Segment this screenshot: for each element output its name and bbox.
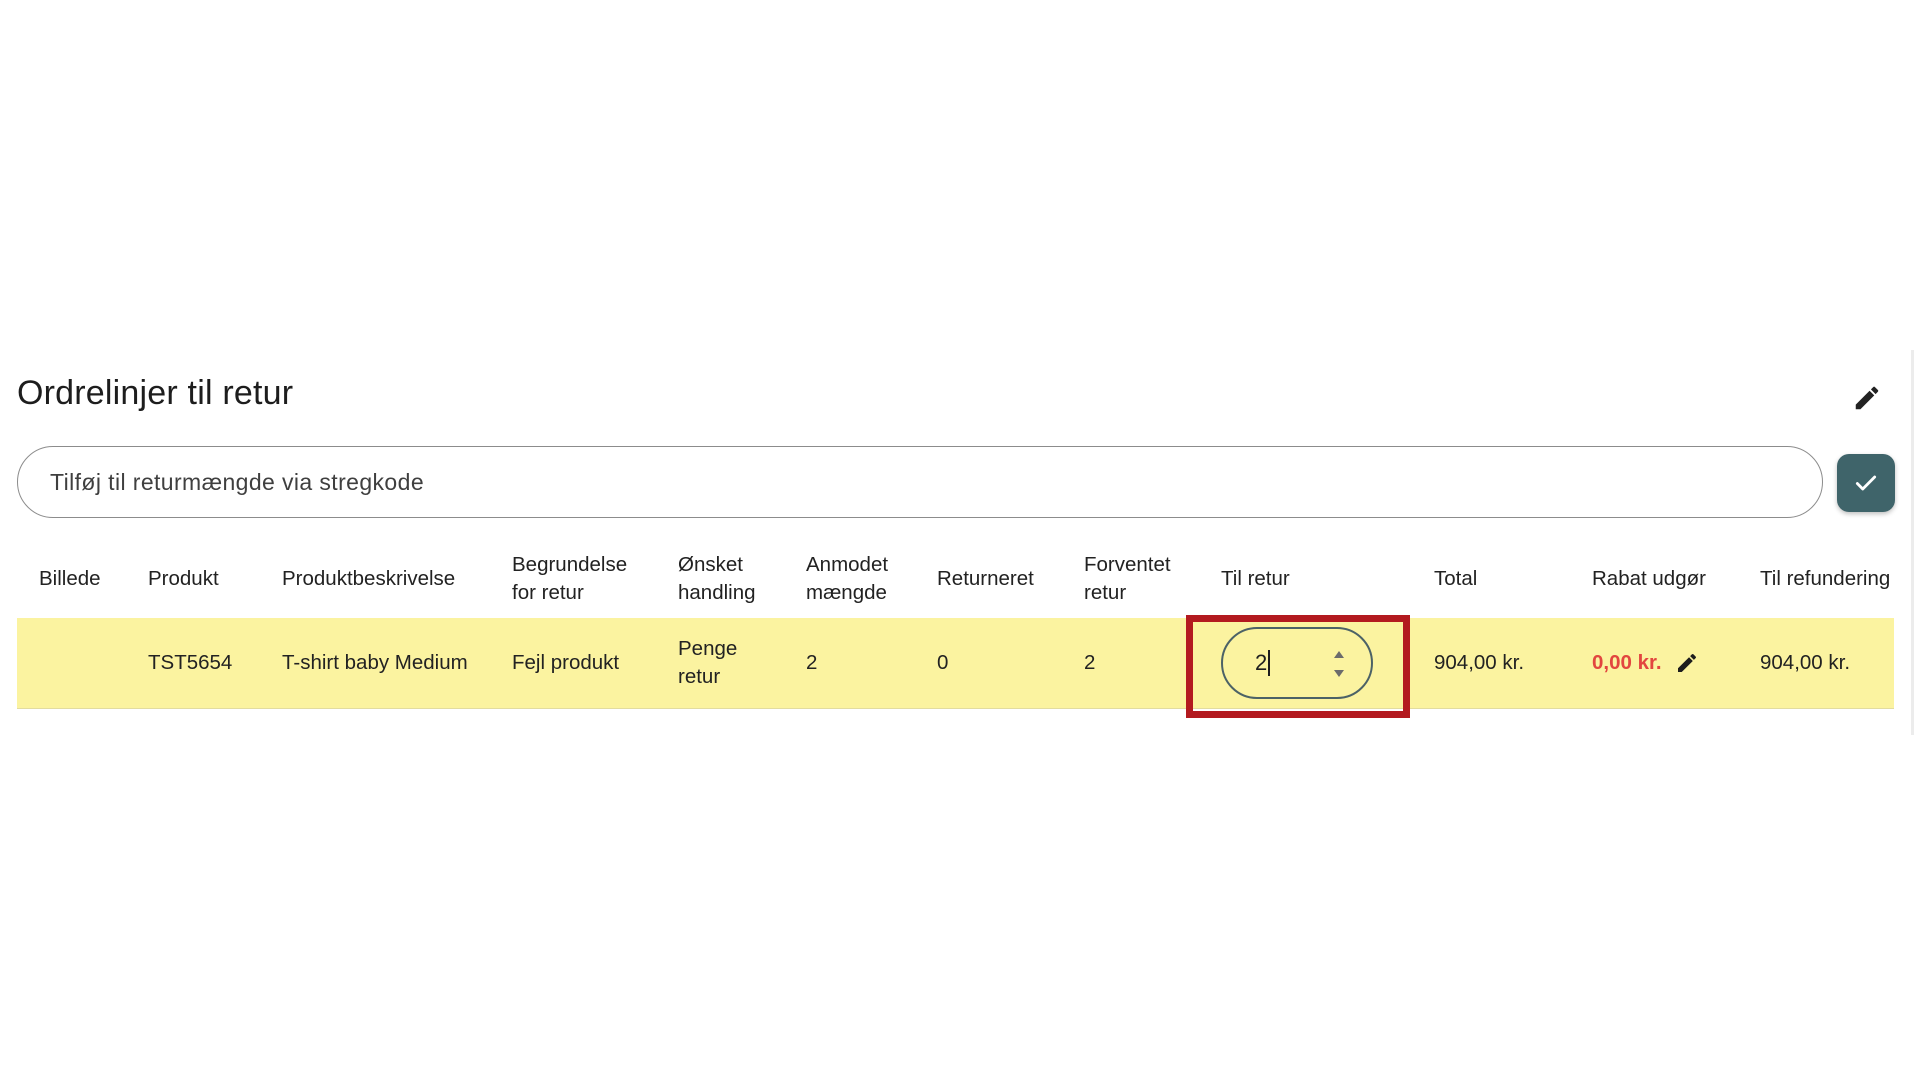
confirm-barcode-button[interactable] <box>1837 454 1895 512</box>
barcode-search-field[interactable] <box>17 446 1823 518</box>
decrement-button[interactable] <box>1331 666 1347 681</box>
cell-total: 904,00 kr. <box>1412 618 1570 709</box>
col-header-reason: Begrundelse for retur <box>512 553 628 604</box>
col-header-image: Billede <box>39 567 101 590</box>
table-header-row: Billede Produkt Produktbeskrivelse Begru… <box>17 540 1894 618</box>
edit-discount-button[interactable] <box>1674 650 1700 676</box>
pencil-icon <box>1855 386 1879 410</box>
pencil-icon <box>1677 653 1696 672</box>
discount-value: 0,00 kr. <box>1592 650 1662 674</box>
order-lines-return-panel: Ordrelinjer til retur Tilføj til returmæ… <box>0 0 1920 1080</box>
return-quantity-value[interactable]: 2 <box>1255 649 1267 677</box>
cell-expected: 2 <box>1062 618 1199 709</box>
col-header-to-return: Til retur <box>1221 567 1290 590</box>
scrollbar-edge <box>1911 350 1914 735</box>
cell-requested: 2 <box>784 618 915 709</box>
check-icon <box>1855 475 1877 491</box>
col-header-requested: Anmodet mængde <box>806 553 889 604</box>
barcode-input[interactable] <box>50 468 1822 496</box>
increment-button[interactable] <box>1331 647 1347 662</box>
col-header-returned: Returneret <box>937 567 1034 590</box>
quantity-spinner <box>1331 647 1347 681</box>
cell-description: T-shirt baby Medium <box>260 618 490 709</box>
col-header-product: Produkt <box>148 567 219 590</box>
return-quantity-stepper[interactable]: 2 <box>1221 626 1373 699</box>
col-header-discount: Rabat udgør <box>1592 567 1706 590</box>
col-header-total: Total <box>1434 567 1478 590</box>
cell-to-return: 2 <box>1199 618 1412 709</box>
cell-image <box>17 618 126 709</box>
edit-lines-button[interactable] <box>1849 380 1885 416</box>
table-row: TST5654 T-shirt baby Medium Fejl produkt… <box>17 618 1894 709</box>
col-header-expected: Forventet retur <box>1084 553 1171 604</box>
col-header-refund: Til refundering <box>1760 567 1891 590</box>
caret-up-icon <box>1334 650 1344 658</box>
cell-discount: 0,00 kr. <box>1570 618 1738 709</box>
cell-reason: Fejl produkt <box>490 618 656 709</box>
col-header-action: Ønsket handling <box>678 553 756 604</box>
order-lines-table: Billede Produkt Produktbeskrivelse Begru… <box>17 540 1894 709</box>
caret-down-icon <box>1334 669 1344 677</box>
col-header-description: Produktbeskrivelse <box>282 567 456 590</box>
cell-refund: 904,00 kr. <box>1738 618 1894 709</box>
cell-returned: 0 <box>915 618 1062 709</box>
text-cursor <box>1268 649 1270 676</box>
cell-product: TST5654 <box>126 618 260 709</box>
cell-action: Penge retur <box>656 618 784 709</box>
page-title: Ordrelinjer til retur <box>17 374 294 412</box>
